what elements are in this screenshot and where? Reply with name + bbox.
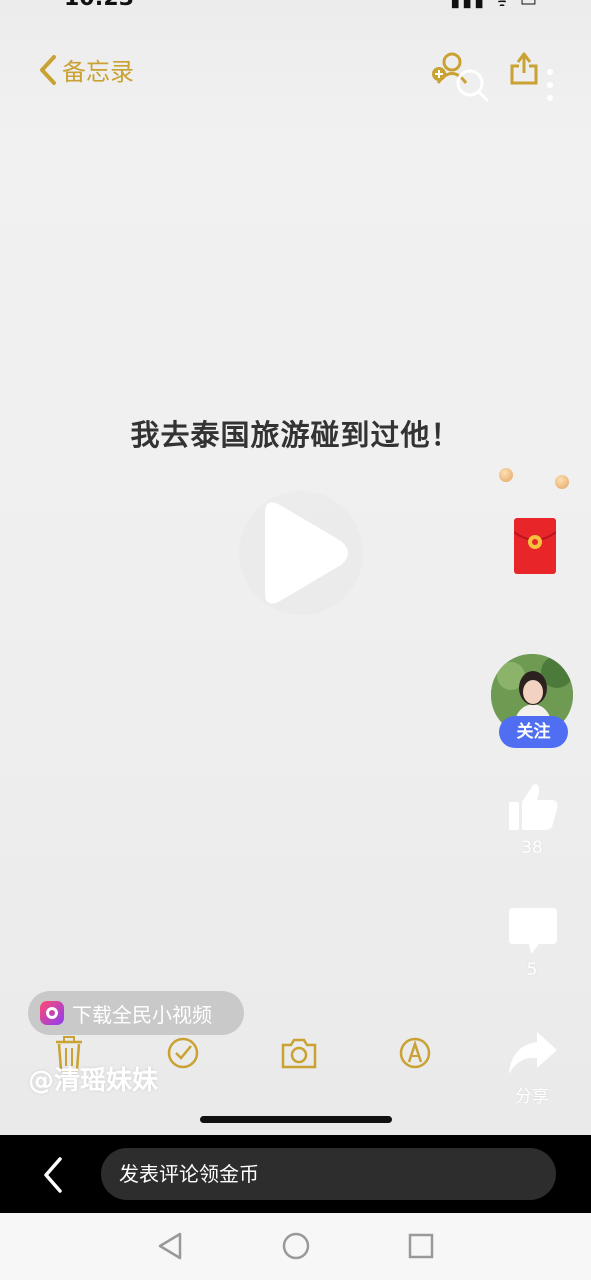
- share-arrow-icon[interactable]: [507, 1030, 559, 1076]
- memo-back-label: 备忘录: [62, 58, 134, 86]
- camera-icon: [281, 1038, 317, 1069]
- app-logo-icon: [40, 1001, 64, 1025]
- play-icon[interactable]: [235, 483, 367, 623]
- nav-home-icon[interactable]: [281, 1231, 311, 1261]
- back-arrow-icon[interactable]: [38, 1155, 70, 1195]
- download-app-pill[interactable]: 下载全民小视频: [28, 991, 244, 1035]
- checklist-icon: [167, 1037, 199, 1069]
- coin-icon: [555, 475, 569, 489]
- home-indicator: [200, 1116, 392, 1123]
- system-nav-bar: [0, 1213, 591, 1280]
- markup-pen-icon: [399, 1037, 431, 1069]
- status-icons: ▮▮▮ ᯤ ▭: [450, 0, 539, 11]
- like-count: 38: [521, 838, 543, 858]
- share-upload-icon: [510, 52, 538, 85]
- status-time: 10:23: [64, 0, 134, 11]
- nav-recents-icon[interactable]: [407, 1231, 435, 1261]
- coin-icon: [499, 468, 513, 482]
- comment-bubble-icon[interactable]: [507, 906, 559, 956]
- search-icon[interactable]: [455, 68, 489, 102]
- nav-back-icon[interactable]: [156, 1231, 184, 1261]
- author-name[interactable]: @清瑶妹妹: [28, 1060, 158, 1097]
- comment-bar: 发表评论领金币: [0, 1135, 591, 1213]
- like-thumb-icon[interactable]: [507, 782, 559, 832]
- video-headline: 我去泰国旅游碰到过他！: [130, 418, 461, 452]
- comment-input[interactable]: 发表评论领金币: [101, 1148, 556, 1200]
- comment-count: 5: [526, 960, 538, 980]
- video-player[interactable]: 10:23 ▮▮▮ ᯤ ▭ 备忘录 我去泰国旅游碰到过他！: [0, 0, 591, 1135]
- memo-back-link: 备忘录: [38, 52, 134, 87]
- share-label: 分享: [515, 1087, 549, 1107]
- chevron-left-icon: [40, 54, 56, 85]
- red-packet-icon[interactable]: [514, 518, 556, 574]
- status-bar: 10:23 ▮▮▮ ᯤ ▭: [0, 0, 591, 14]
- download-label: 下载全民小视频: [72, 1002, 212, 1027]
- more-vertical-icon[interactable]: [545, 68, 555, 102]
- follow-button[interactable]: 关注: [499, 716, 568, 748]
